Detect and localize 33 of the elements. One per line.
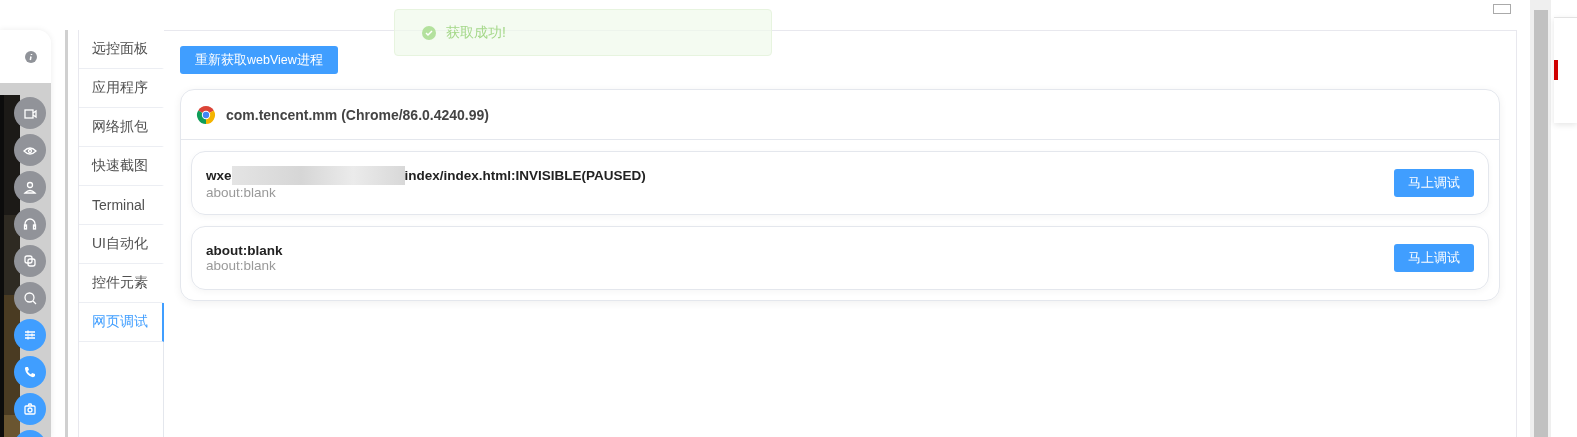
round-button[interactable]: [14, 97, 46, 129]
page-url: about:blank: [206, 258, 277, 273]
round-button[interactable]: [14, 171, 46, 203]
round-button[interactable]: [14, 134, 46, 166]
process-title: com.tencent.mm (Chrome/86.0.4240.99): [226, 106, 489, 123]
flag-mark: [1554, 60, 1558, 80]
round-button[interactable]: [14, 393, 46, 425]
page-title: index/index.html:INVISIBLE(PAUSED): [404, 168, 646, 183]
page-url: about:blank: [206, 185, 277, 200]
tab[interactable]: 远控面板: [79, 30, 164, 69]
round-button[interactable]: [14, 319, 46, 351]
success-icon: [422, 25, 436, 40]
round-button[interactable]: [14, 245, 46, 277]
page-title: wxe: [206, 168, 232, 183]
search-icon: [22, 290, 38, 306]
tab[interactable]: Terminal: [79, 186, 164, 225]
person-icon: [22, 179, 38, 195]
camera-icon: [22, 401, 38, 417]
round-button[interactable]: [14, 282, 46, 314]
chrome-icon: [196, 104, 216, 125]
toast-text: 获取成功!: [446, 23, 506, 42]
tab[interactable]: 应用程序: [79, 69, 164, 108]
tab[interactable]: 快速截图: [79, 147, 164, 186]
round-button[interactable]: [14, 208, 46, 240]
round-button[interactable]: [14, 356, 46, 388]
headset-icon: [22, 216, 38, 232]
page-title: about:blank: [206, 243, 283, 258]
tab[interactable]: UI自动化: [79, 225, 164, 264]
tab[interactable]: 控件元素: [79, 264, 164, 303]
tab[interactable]: 网络抓包: [79, 108, 164, 147]
copy-icon: [22, 253, 38, 269]
phone-icon: [22, 364, 38, 380]
info-icon[interactable]: [25, 50, 37, 63]
